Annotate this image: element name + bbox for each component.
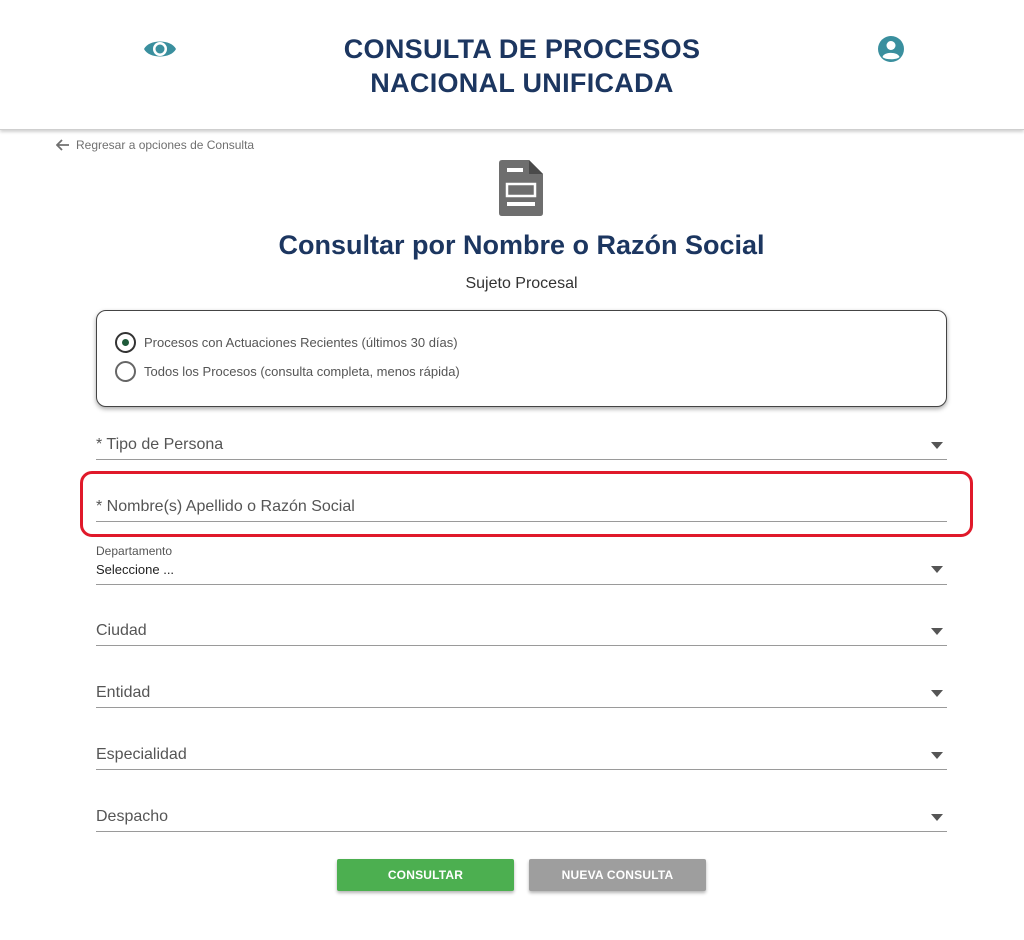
app-title-line2: NACIONAL UNIFICADA: [370, 68, 674, 98]
app-header: CONSULTA DE PROCESOS NACIONAL UNIFICADA: [0, 0, 1024, 130]
radio-option-label: Procesos con Actuaciones Recientes (últi…: [144, 335, 458, 350]
ciudad-label: Ciudad: [96, 622, 147, 639]
radio-option-all[interactable]: Todos los Procesos (consulta completa, m…: [115, 361, 460, 382]
radio-unchecked-icon[interactable]: [115, 361, 136, 382]
app-title: CONSULTA DE PROCESOS NACIONAL UNIFICADA: [262, 32, 782, 100]
page-subtitle: Sujeto Procesal: [465, 275, 578, 292]
departamento-label: Departamento: [96, 544, 173, 558]
highlight-box: [80, 471, 973, 537]
radio-option-label: Todos los Procesos (consulta completa, m…: [144, 364, 460, 379]
consultar-button[interactable]: CONSULTAR: [337, 859, 514, 891]
ciudad-select[interactable]: Ciudad: [96, 618, 947, 646]
radio-option-recent[interactable]: Procesos con Actuaciones Recientes (últi…: [115, 332, 458, 353]
user-account-icon[interactable]: [877, 35, 905, 63]
eye-icon[interactable]: [143, 36, 177, 62]
despacho-label: Despacho: [96, 808, 169, 825]
despacho-select[interactable]: Despacho: [96, 804, 947, 832]
document-icon: [499, 160, 543, 216]
search-mode-group: Procesos con Actuaciones Recientes (últi…: [96, 310, 947, 407]
radio-checked-icon[interactable]: [115, 332, 136, 353]
departamento-select[interactable]: Departamento Seleccione ...: [96, 544, 947, 585]
entidad-label: Entidad: [96, 684, 151, 701]
back-link-label: Regresar a opciones de Consulta: [76, 138, 255, 152]
chevron-down-icon: [931, 814, 943, 821]
chevron-down-icon: [931, 442, 943, 449]
chevron-down-icon: [931, 566, 943, 573]
chevron-down-icon: [931, 752, 943, 759]
arrow-left-icon: [56, 139, 69, 151]
especialidad-select[interactable]: Especialidad: [96, 742, 947, 770]
chevron-down-icon: [931, 690, 943, 697]
tipo-persona-label: * Tipo de Persona: [96, 436, 224, 453]
departamento-value: Seleccione ...: [96, 562, 175, 577]
tipo-persona-select[interactable]: * Tipo de Persona: [96, 432, 947, 460]
app-title-line1: CONSULTA DE PROCESOS: [343, 34, 701, 64]
back-link[interactable]: Regresar a opciones de Consulta: [56, 138, 254, 152]
entidad-select[interactable]: Entidad: [96, 680, 947, 708]
page-title: Consultar por Nombre o Razón Social: [278, 230, 765, 260]
chevron-down-icon: [931, 628, 943, 635]
especialidad-label: Especialidad: [96, 746, 187, 763]
nueva-consulta-button[interactable]: NUEVA CONSULTA: [529, 859, 706, 891]
